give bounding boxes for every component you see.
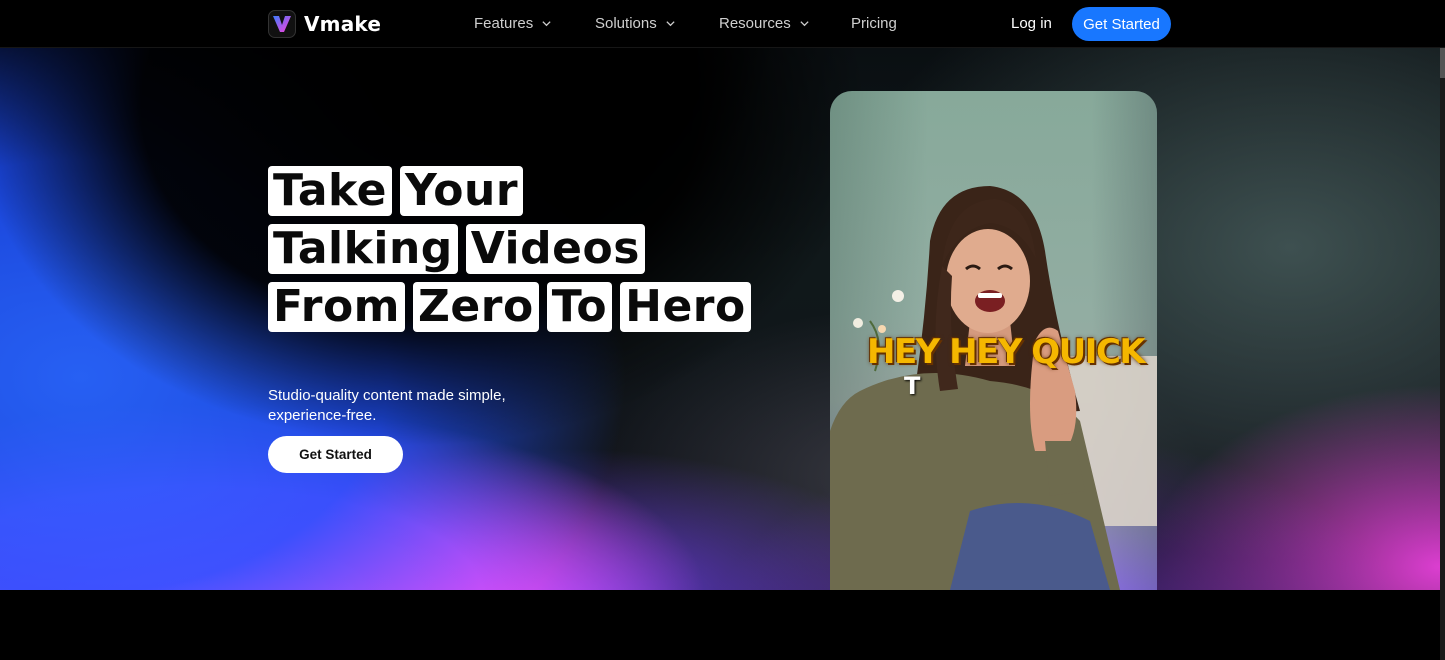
chevron-down-icon <box>666 21 675 27</box>
page-scrollbar[interactable] <box>1440 0 1445 660</box>
hero-subtitle-line: experience-free. <box>268 407 377 424</box>
login-link[interactable]: Log in <box>1011 15 1052 32</box>
nav-item-label: Pricing <box>851 15 897 32</box>
video-caption: HEY HEY QUICK <box>867 332 1146 372</box>
hero-subtitle-line: Studio-quality content made simple, <box>268 387 506 404</box>
brand-logo[interactable]: Vmake <box>268 10 381 38</box>
get-started-nav-button[interactable]: Get Started <box>1072 7 1171 41</box>
brand-name: Vmake <box>304 12 382 36</box>
headline-word: Zero <box>413 282 539 332</box>
get-started-hero-button[interactable]: Get Started <box>268 436 403 473</box>
chevron-down-icon <box>542 21 551 27</box>
nav-item-label: Features <box>474 15 534 32</box>
headline-word: Talking <box>268 224 458 274</box>
chevron-down-icon <box>800 21 809 27</box>
hero-subtitle: Studio-quality content made simple, expe… <box>268 386 508 426</box>
nav-item-pricing[interactable]: Pricing <box>851 15 897 32</box>
headline-word: Videos <box>465 224 645 274</box>
video-caption-sub: T <box>904 372 921 400</box>
nav-item-resources[interactable]: Resources <box>719 15 810 32</box>
headline-word: Take <box>268 166 392 216</box>
vmake-logo-icon <box>268 10 296 38</box>
headline-word: Hero <box>620 282 751 332</box>
nav-item-features[interactable]: Features <box>474 15 552 32</box>
headline-word: Your <box>399 166 524 216</box>
headline-word: To <box>546 282 613 332</box>
headline-row: Take Your <box>268 166 728 216</box>
headline-row: From Zero To Hero <box>268 282 751 332</box>
headline-row: Talking Videos <box>268 224 728 274</box>
nav-item-solutions[interactable]: Solutions <box>595 15 676 32</box>
nav-item-label: Resources <box>719 15 791 32</box>
headline-word: From <box>268 282 406 332</box>
nav-item-label: Solutions <box>595 15 657 32</box>
hero-headline: Take Your Talking Videos From Zero To He… <box>268 166 751 340</box>
top-navigation: Vmake Features Solutions Resources Prici… <box>0 0 1445 48</box>
